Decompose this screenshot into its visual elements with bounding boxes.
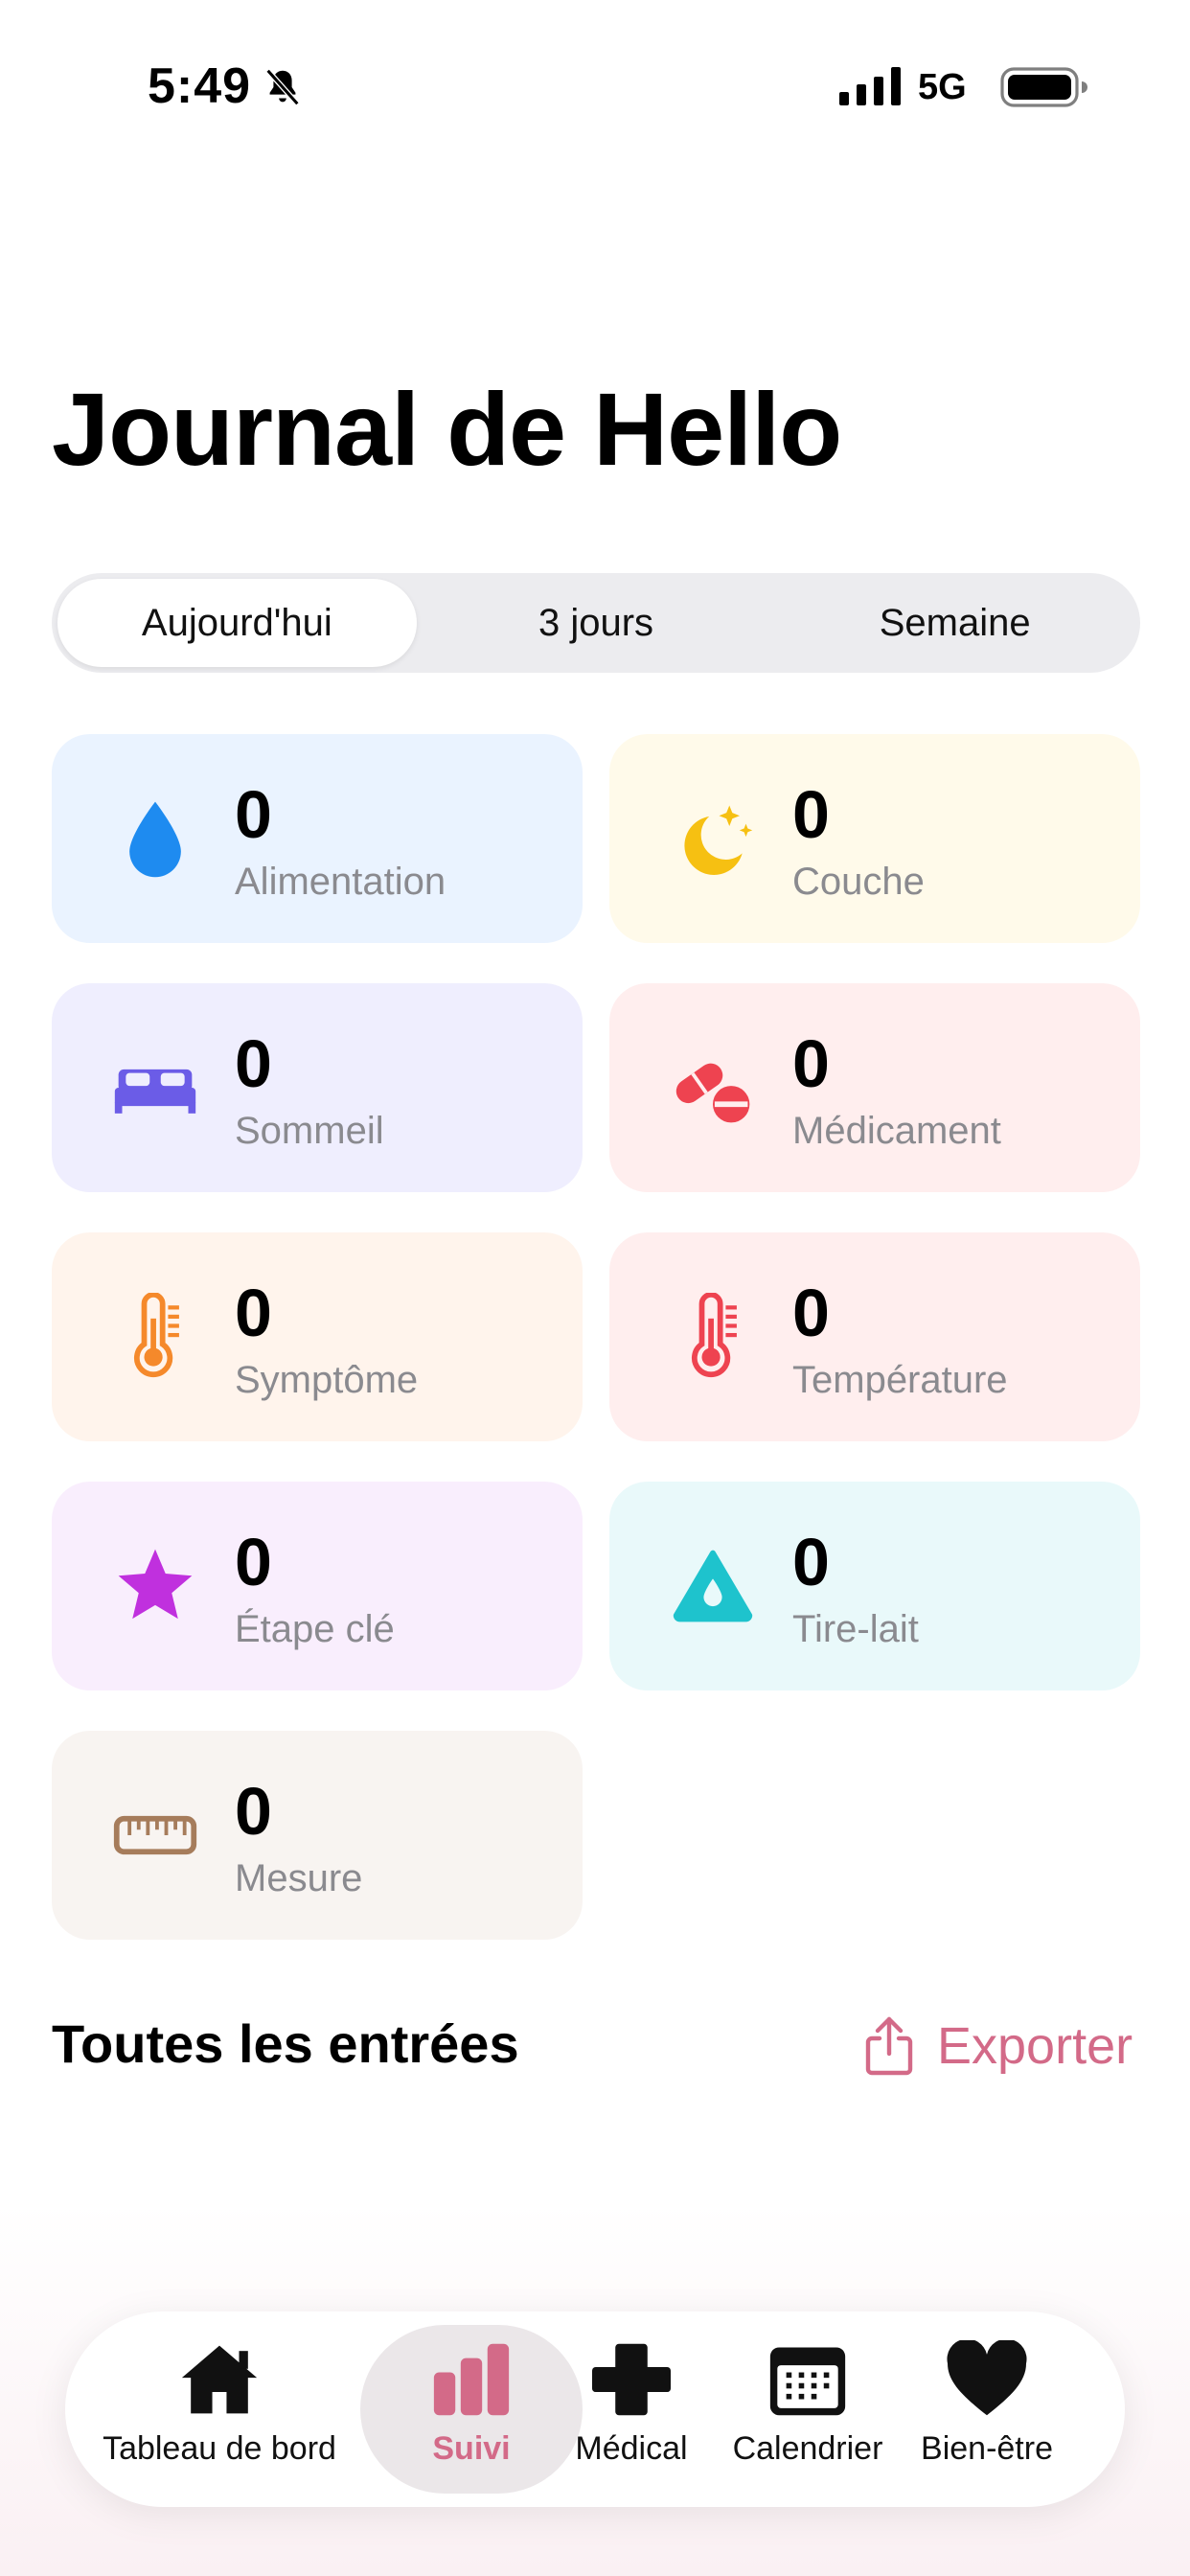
card-etape-cle[interactable]: 0 Étape clé [52,1482,583,1690]
export-button[interactable]: Exporter [862,2012,1140,2080]
pills-icon [675,1063,750,1123]
card-sommeil[interactable]: 0 Sommeil [52,983,583,1192]
bell-off-icon [265,68,300,106]
network-label: 5G [918,67,967,107]
bed-icon [114,1069,196,1114]
export-label: Exporter [937,2017,1133,2075]
card-medicament[interactable]: 0 Médicament [609,983,1140,1192]
star-icon [118,1549,193,1620]
ruler-icon [113,1815,197,1855]
tab-label: Médical [575,2430,688,2467]
card-temperature[interactable]: 0 Température [609,1232,1140,1441]
card-count: 0 [792,1276,830,1350]
card-mesure[interactable]: 0 Mesure [52,1731,583,1940]
tab-bien-etre[interactable]: Bien-être [896,2340,1078,2484]
status-time: 5:49 [148,58,252,114]
card-count: 0 [792,777,830,852]
card-alimentation[interactable]: 0 Alimentation [52,734,583,943]
card-count: 0 [235,1026,272,1101]
tab-calendrier[interactable]: Calendrier [717,2340,899,2484]
card-label: Mesure [235,1857,363,1899]
time-range-segmented-control: Aujourd'hui 3 jours Semaine [52,573,1140,673]
tab-label: Tableau de bord [103,2430,336,2467]
signal-icon [839,67,901,105]
card-count: 0 [235,1276,272,1350]
card-symptome[interactable]: 0 Symptôme [52,1232,583,1441]
card-label: Étape clé [235,1608,395,1650]
card-count: 0 [235,1774,272,1849]
tab-label: Suivi [432,2430,511,2467]
segment-today[interactable]: Aujourd'hui [57,579,417,667]
entries-section-title: Toutes les entrées [52,2013,519,2074]
card-label: Symptôme [235,1359,419,1401]
tab-bar: Tableau de bord Suivi Médical Calendrier [65,2312,1125,2507]
card-couche[interactable]: 0 Couche [609,734,1140,943]
card-label: Médicament [792,1110,1001,1152]
bar-chart-icon [433,2343,510,2416]
thermometer-icon [133,1293,179,1378]
card-label: Couche [792,861,925,903]
page-title: Journal de Hello [52,371,842,487]
segment-week[interactable]: Semaine [775,579,1134,667]
card-count: 0 [792,1026,830,1101]
card-count: 0 [235,777,272,852]
tab-label: Bien-être [921,2430,1053,2467]
card-label: Alimentation [235,861,446,903]
medical-cross-icon [592,2343,671,2416]
battery-icon [1000,67,1087,107]
calendar-icon [769,2347,846,2416]
thermometer-icon [691,1293,737,1378]
card-label: Sommeil [235,1110,384,1152]
card-label: Tire-lait [792,1608,919,1650]
heart-icon [947,2340,1027,2416]
segment-3-days[interactable]: 3 jours [417,579,776,667]
tab-label: Calendrier [732,2430,883,2467]
drop-icon [129,801,181,878]
status-bar: 5:49 5G [0,0,1190,172]
drop-triangle-icon [673,1550,753,1622]
home-icon [181,2345,258,2414]
tab-dashboard[interactable]: Tableau de bord [103,2340,336,2484]
moon-stars-icon [684,805,753,875]
card-label: Température [792,1359,1008,1401]
tab-medical[interactable]: Médical [540,2340,722,2484]
card-count: 0 [792,1525,830,1599]
card-tire-lait[interactable]: 0 Tire-lait [609,1482,1140,1690]
card-count: 0 [235,1525,272,1599]
tab-suivi[interactable]: Suivi [380,2340,562,2484]
share-icon [865,2016,913,2076]
